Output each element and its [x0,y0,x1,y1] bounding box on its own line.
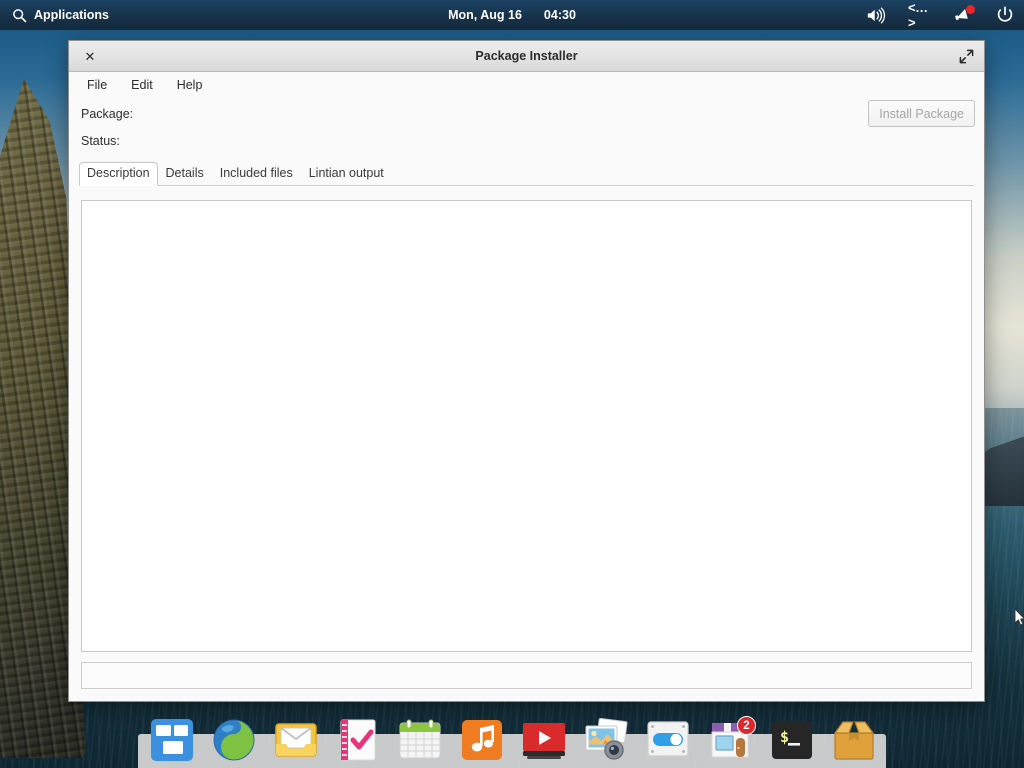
dock-item-mail[interactable] [270,714,322,766]
dock-item-photos[interactable] [580,714,632,766]
clock-date: Mon, Aug 16 [448,8,522,22]
svg-text:$: $ [780,728,789,746]
maximize-icon[interactable] [957,47,975,65]
tab-details[interactable]: Details [158,162,212,186]
tab-lintian-output[interactable]: Lintian output [301,162,392,186]
dock-item-calendar[interactable] [394,714,446,766]
menu-item-help[interactable]: Help [167,75,213,95]
package-installer-window: ✕ Package Installer File Edit Help Packa… [68,40,985,702]
power-icon[interactable] [994,4,1016,26]
network-glyph: <…> [908,0,928,30]
window-titlebar: ✕ Package Installer [69,41,984,72]
status-bar-box [81,662,972,689]
system-tray: <…> [865,0,1016,30]
status-label: Status: [81,133,120,148]
menubar: File Edit Help [69,72,984,98]
package-label: Package: [81,106,134,121]
close-icon[interactable]: ✕ [75,42,105,71]
network-icon[interactable]: <…> [908,0,930,30]
tab-included-files[interactable]: Included files [212,162,301,186]
tab-description[interactable]: Description [79,162,158,186]
package-info-section: Package: Status: Install Package [69,98,984,160]
applications-menu-button[interactable]: Applications [0,0,119,30]
status-row: Status: [69,127,984,154]
top-panel: Applications Mon, Aug 16 04:30 <…> [0,0,1024,30]
dock-icon-list: 2 $ [138,708,886,766]
search-icon [12,8,27,23]
menu-item-file[interactable]: File [77,75,117,95]
mouse-cursor [1014,608,1024,632]
menu-item-edit[interactable]: Edit [121,75,163,95]
dock-item-web-browser[interactable] [208,714,260,766]
notifications-icon[interactable] [951,4,975,26]
package-row: Package: [69,100,984,127]
dock-item-archive-manager[interactable] [828,714,880,766]
notification-badge-dot [966,5,975,14]
dock-item-settings[interactable] [642,714,694,766]
volume-icon[interactable] [865,4,887,26]
install-package-button[interactable]: Install Package [868,100,975,127]
dock-item-file-manager[interactable] [146,714,198,766]
dock-item-terminal[interactable]: $ [766,714,818,766]
description-text-area[interactable] [81,200,972,652]
clock-time: 04:30 [543,8,576,22]
tabstrip: Description Details Included files Linti… [79,160,974,186]
applications-menu-label: Applications [34,8,110,22]
dock-item-music[interactable] [456,714,508,766]
window-title: Package Installer [475,49,578,63]
dock-item-software-store[interactable]: 2 [704,714,756,766]
dock-item-tasks[interactable] [332,714,384,766]
software-store-badge: 2 [737,716,756,735]
dock-item-video[interactable] [518,714,570,766]
